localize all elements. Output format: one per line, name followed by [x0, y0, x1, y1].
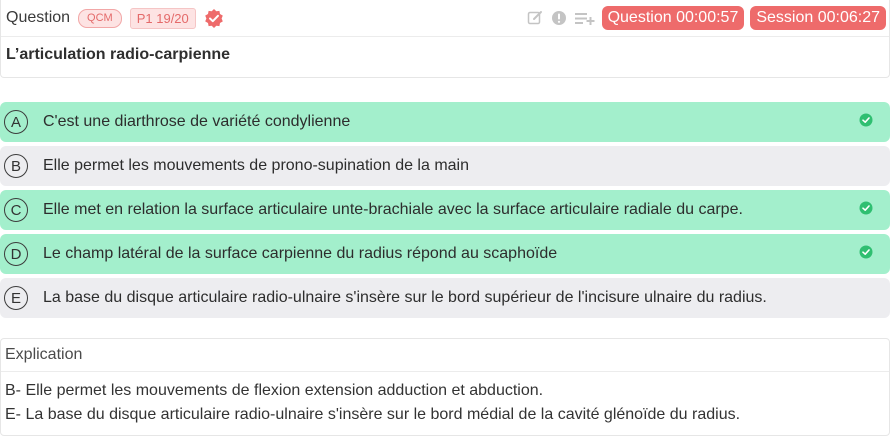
option-letter: A — [4, 110, 28, 134]
question-type-badge: QCM — [78, 8, 122, 28]
explanation-line: E- La base du disque articulaire radio-u… — [5, 406, 741, 423]
option-letter: E — [4, 286, 28, 310]
option-e[interactable]: E La base du disque articulaire radio-ul… — [0, 278, 890, 318]
option-letter: B — [4, 154, 28, 178]
check-circle-icon — [859, 201, 873, 215]
question-timer: Question 00:00:57 — [601, 6, 745, 30]
explanation-line: B- Elle permet les mouvements de flexion… — [5, 382, 544, 399]
question-card: Question QCM P1 19/20 Question 00:00:57 … — [0, 0, 890, 78]
option-text: Elle met en relation la surface articula… — [43, 201, 743, 218]
check-circle-icon — [859, 113, 873, 127]
option-text: C'est une diarthrose de variété condylie… — [43, 113, 351, 130]
page-badge: P1 19/20 — [129, 7, 196, 29]
explanation-body: B- Elle permet les mouvements de flexion… — [1, 372, 889, 427]
playlist-add-icon[interactable] — [574, 9, 596, 27]
explanation-card: Explication B- Elle permet les mouvement… — [0, 338, 890, 436]
option-text: La base du disque articulaire radio-ulna… — [43, 289, 767, 306]
question-label: Question — [6, 9, 71, 26]
explanation-heading: Explication — [1, 339, 889, 372]
session-timer: Session 00:06:27 — [750, 6, 886, 30]
question-title: L’articulation radio-carpienne — [6, 46, 231, 63]
option-text: Le champ latéral de la surface carpienne… — [43, 245, 558, 262]
option-letter: D — [4, 242, 28, 266]
edit-icon[interactable] — [526, 9, 544, 27]
option-c[interactable]: C Elle met en relation la surface articu… — [0, 190, 890, 230]
question-header: Question QCM P1 19/20 Question 00:00:57 … — [1, 0, 889, 37]
option-a[interactable]: A C'est une diarthrose de variété condyl… — [0, 102, 890, 142]
exclamation-circle-icon[interactable] — [550, 9, 568, 27]
option-d[interactable]: D Le champ latéral de la surface carpien… — [0, 234, 890, 274]
verified-badge-icon — [204, 8, 224, 28]
option-text: Elle permet les mouvements de prono-supi… — [43, 157, 470, 174]
option-letter: C — [4, 198, 28, 222]
check-circle-icon — [859, 245, 873, 259]
question-toolbar: Question 00:00:57 Session 00:06:27 — [526, 6, 886, 30]
option-b[interactable]: B Elle permet les mouvements de prono-su… — [0, 146, 890, 186]
